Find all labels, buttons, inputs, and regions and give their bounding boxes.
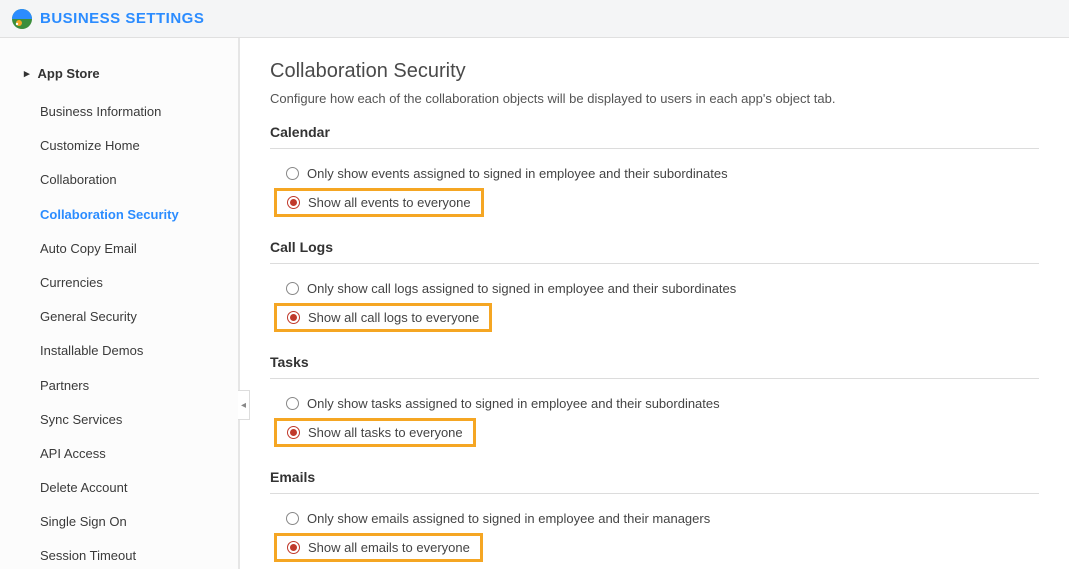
radio-option[interactable]: Show all tasks to everyone <box>274 418 476 447</box>
radio-input[interactable] <box>286 512 299 525</box>
radio-option[interactable]: Show all emails to everyone <box>274 533 483 562</box>
radio-label: Only show call logs assigned to signed i… <box>307 281 736 296</box>
radio-label: Show all tasks to everyone <box>308 425 463 440</box>
radio-label: Only show events assigned to signed in e… <box>307 166 728 181</box>
options-block: Only show call logs assigned to signed i… <box>270 278 1039 338</box>
sidebar-item-label: API Access <box>40 446 106 461</box>
options-block: Only show emails assigned to signed in e… <box>270 508 1039 568</box>
sidebar-item-installable-demos[interactable]: Installable Demos <box>0 334 238 368</box>
sidebar-item-label: Session Timeout <box>40 548 136 563</box>
options-block: Only show events assigned to signed in e… <box>270 163 1039 223</box>
sidebar-item-label: Collaboration <box>40 172 117 187</box>
sidebar-item-collaboration-security[interactable]: Collaboration Security <box>0 198 238 232</box>
radio-label: Only show emails assigned to signed in e… <box>307 511 710 526</box>
sidebar-item-api-access[interactable]: API Access <box>0 437 238 471</box>
radio-option[interactable]: Only show call logs assigned to signed i… <box>270 278 1039 299</box>
sidebar-item-partners[interactable]: Partners <box>0 369 238 403</box>
sidebar-item-sync-services[interactable]: Sync Services <box>0 403 238 437</box>
sidebar-collapse-handle[interactable]: ◂ <box>238 390 250 420</box>
section-header: Calendar <box>270 118 1039 149</box>
section-header: Tasks <box>270 348 1039 379</box>
radio-input[interactable] <box>287 196 300 209</box>
app-title: BUSINESS SETTINGS <box>40 10 204 27</box>
app-logo-icon <box>12 9 32 29</box>
page-description: Configure how each of the collaboration … <box>270 91 1039 106</box>
sidebar-item-currencies[interactable]: Currencies <box>0 266 238 300</box>
topbar: BUSINESS SETTINGS <box>0 0 1069 38</box>
chevron-left-icon: ◂ <box>241 400 246 411</box>
section-call-logs: Call Logs Only show call logs assigned to… <box>270 233 1039 338</box>
radio-option[interactable]: Show all events to everyone <box>274 188 484 217</box>
radio-input[interactable] <box>286 167 299 180</box>
radio-option[interactable]: Show all call logs to everyone <box>274 303 492 332</box>
radio-input[interactable] <box>287 426 300 439</box>
sidebar-item-general-security[interactable]: General Security <box>0 300 238 334</box>
sidebar-item-delete-account[interactable]: Delete Account <box>0 471 238 505</box>
section-emails: Emails Only show emails assigned to signe… <box>270 463 1039 568</box>
sidebar-section-app-store[interactable]: ▸ App Store <box>0 58 238 95</box>
sidebar-item-auto-copy-email[interactable]: Auto Copy Email <box>0 232 238 266</box>
sidebar-item-label: Business Information <box>40 104 161 119</box>
radio-label: Only show tasks assigned to signed in em… <box>307 396 720 411</box>
radio-input[interactable] <box>287 311 300 324</box>
sidebar-item-label: Installable Demos <box>40 343 143 358</box>
radio-input[interactable] <box>286 397 299 410</box>
page-title: Collaboration Security <box>270 60 1039 83</box>
section-header: Call Logs <box>270 233 1039 264</box>
section-calendar: Calendar Only show events assigned to sig… <box>270 118 1039 223</box>
radio-label: Show all events to everyone <box>308 195 471 210</box>
options-block: Only show tasks assigned to signed in em… <box>270 393 1039 453</box>
content-area: Collaboration Security Configure how eac… <box>240 38 1069 569</box>
sidebar-item-label: Currencies <box>40 275 103 290</box>
sidebar-item-session-timeout[interactable]: Session Timeout <box>0 539 238 569</box>
sidebar-item-label: Collaboration Security <box>40 207 179 222</box>
sidebar-item-label: Sync Services <box>40 412 122 427</box>
sidebar-section-label: App Store <box>38 66 100 81</box>
section-header: Emails <box>270 463 1039 494</box>
sidebar-item-label: Customize Home <box>40 138 140 153</box>
radio-input[interactable] <box>287 541 300 554</box>
sidebar-item-label: Single Sign On <box>40 514 127 529</box>
sidebar-item-label: Delete Account <box>40 480 127 495</box>
sidebar-item-business-information[interactable]: Business Information <box>0 95 238 129</box>
sidebar-item-label: Partners <box>40 378 89 393</box>
sidebar: ▸ App Store Business Information Customiz… <box>0 38 240 569</box>
caret-right-icon: ▸ <box>24 67 30 80</box>
radio-option[interactable]: Only show events assigned to signed in e… <box>270 163 1039 184</box>
radio-label: Show all call logs to everyone <box>308 310 479 325</box>
radio-option[interactable]: Only show tasks assigned to signed in em… <box>270 393 1039 414</box>
radio-label: Show all emails to everyone <box>308 540 470 555</box>
sidebar-item-collaboration[interactable]: Collaboration <box>0 163 238 197</box>
section-tasks: Tasks Only show tasks assigned to signed … <box>270 348 1039 453</box>
sidebar-item-single-sign-on[interactable]: Single Sign On <box>0 505 238 539</box>
radio-input[interactable] <box>286 282 299 295</box>
radio-option[interactable]: Only show emails assigned to signed in e… <box>270 508 1039 529</box>
sidebar-item-label: Auto Copy Email <box>40 241 137 256</box>
sidebar-item-label: General Security <box>40 309 137 324</box>
sidebar-item-customize-home[interactable]: Customize Home <box>0 129 238 163</box>
